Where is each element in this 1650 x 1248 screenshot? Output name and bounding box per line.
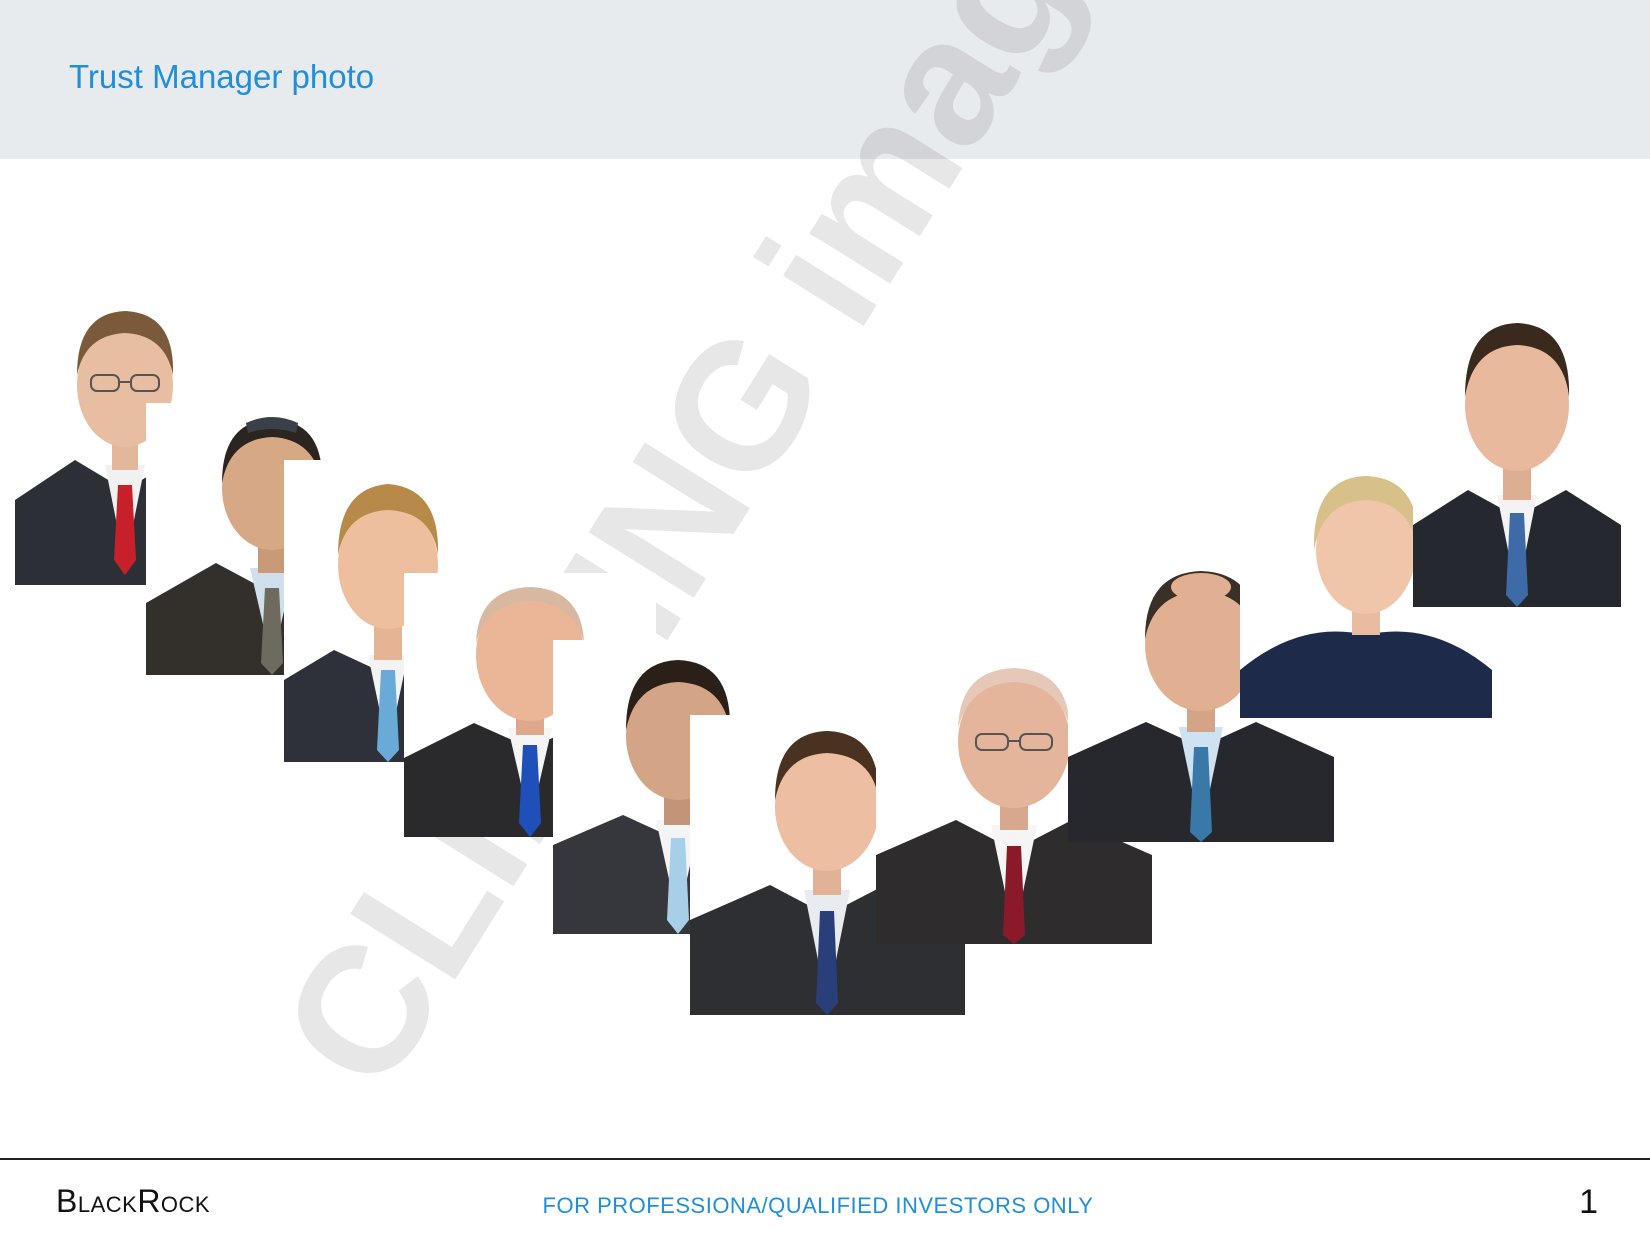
- footer-divider: [0, 1158, 1650, 1160]
- page-number: 1: [1579, 1183, 1598, 1221]
- slide-title: Trust Manager photo: [69, 58, 375, 95]
- slide-header: Trust Manager photo: [0, 0, 1650, 159]
- manager-photo-10: [1413, 305, 1621, 607]
- footer-disclaimer: FOR PROFESSIONA/QUALIFIED INVESTORS ONLY: [542, 1193, 1094, 1218]
